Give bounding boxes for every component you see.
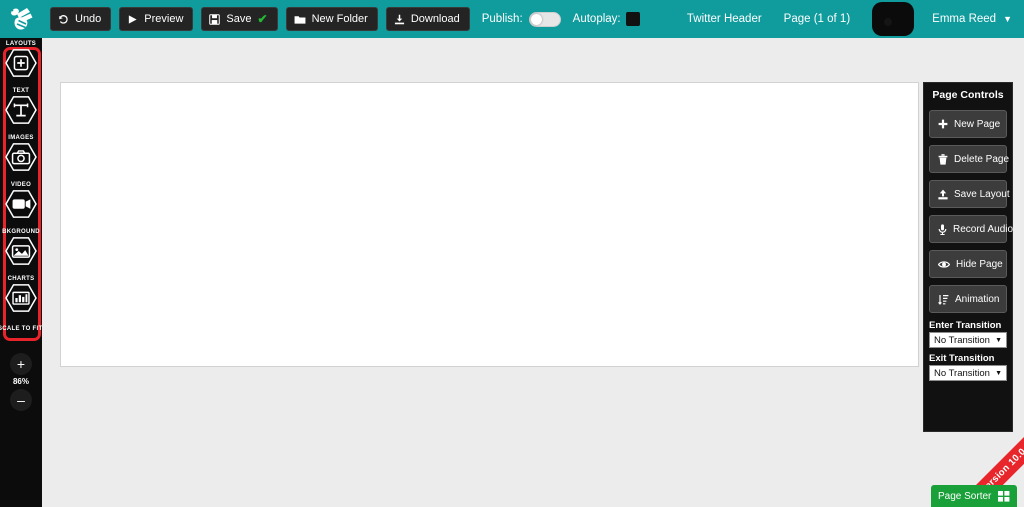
sidebar-item-scale-to-fit[interactable]: SCALE TO FIT: — [0, 326, 45, 333]
enter-transition-select[interactable]: No Transition ▼ — [929, 332, 1007, 348]
sidebar-label-scale-to-fit: SCALE TO FIT: — [0, 326, 45, 332]
user-name: Emma Reed — [932, 13, 997, 25]
new-folder-label: New Folder — [311, 12, 368, 25]
top-toolbar: Undo Preview Save ✔ New Folder Download … — [0, 0, 1024, 38]
folder-icon — [294, 14, 306, 25]
new-page-label: New Page — [954, 118, 1001, 130]
exit-transition-value: No Transition — [934, 367, 990, 379]
text-t-hex-icon — [5, 96, 37, 124]
camera-hex-icon — [5, 143, 37, 171]
chevron-down-icon: ▼ — [995, 336, 1002, 344]
floppy-disk-icon — [209, 13, 221, 25]
video-camera-hex-icon — [5, 190, 37, 218]
grid-squares-icon — [998, 490, 1010, 502]
zoom-controls: + 86% – — [0, 353, 42, 411]
publish-label: Publish: — [481, 13, 523, 25]
publish-autoplay-group: Publish: Autoplay: — [481, 11, 640, 27]
new-folder-button[interactable]: New Folder — [285, 7, 378, 31]
app-root: Undo Preview Save ✔ New Folder Download … — [0, 0, 1024, 507]
app-logo[interactable] — [0, 0, 42, 38]
save-label: Save — [226, 12, 252, 25]
toolbar-right-group: Twitter Header Page (1 of 1) Emma Reed ▼ — [687, 2, 1024, 36]
autoplay-label: Autoplay: — [572, 13, 621, 25]
zoom-in-button[interactable]: + — [10, 353, 32, 375]
zoom-level: 86% — [12, 377, 29, 386]
delete-page-label: Delete Page — [954, 153, 1010, 165]
left-sidebar: LAYOUTS TEXT IMAGES VIDEO BKGROUND CHART… — [0, 38, 45, 507]
undo-label: Undo — [75, 12, 102, 25]
page-indicator[interactable]: Page (1 of 1) — [784, 13, 850, 25]
preview-label: Preview — [144, 12, 184, 25]
sidebar-label-charts: CHARTS — [7, 276, 35, 282]
user-menu[interactable]: Emma Reed ▼ — [932, 13, 1012, 25]
sidebar-item-background[interactable]: BKGROUND — [0, 229, 42, 266]
record-audio-label: Record Audio — [953, 223, 1014, 235]
download-button[interactable]: Download — [385, 7, 470, 31]
download-icon — [394, 14, 405, 25]
sidebar-label-layouts: LAYOUTS — [5, 41, 37, 47]
publish-toggle-knob — [530, 13, 542, 25]
bar-chart-hex-icon — [5, 284, 37, 312]
new-page-button[interactable]: New Page — [929, 110, 1007, 138]
sidebar-label-text: TEXT — [12, 88, 30, 94]
page-sorter-label: Page Sorter — [938, 490, 992, 502]
sidebar-item-layouts[interactable]: LAYOUTS — [0, 41, 42, 78]
hide-page-label: Hide Page — [956, 258, 1003, 270]
animation-button[interactable]: Animation — [929, 285, 1007, 313]
page-controls-panel: Page Controls New Page Delete Page Save … — [923, 82, 1013, 432]
chevron-down-icon: ▼ — [995, 369, 1002, 377]
picture-hex-icon — [5, 237, 37, 265]
avatar[interactable] — [872, 2, 915, 36]
publish-toggle[interactable] — [528, 11, 561, 27]
sidebar-item-charts[interactable]: CHARTS — [0, 276, 42, 313]
sidebar-label-images: IMAGES — [8, 135, 34, 141]
sidebar-label-video: VIDEO — [10, 182, 32, 188]
zoom-out-button[interactable]: – — [10, 389, 32, 411]
save-button[interactable]: Save ✔ — [201, 7, 278, 31]
page-controls-title: Page Controls — [924, 83, 1012, 107]
record-audio-button[interactable]: Record Audio — [929, 215, 1013, 243]
trash-icon — [938, 153, 948, 165]
animation-label: Animation — [955, 293, 1000, 305]
autoplay-checkbox[interactable] — [625, 12, 640, 26]
save-layout-button[interactable]: Save Layout — [929, 180, 1010, 208]
hide-page-button[interactable]: Hide Page — [929, 250, 1007, 278]
plus-icon — [938, 119, 948, 129]
save-check-icon: ✔ — [257, 12, 268, 26]
undo-button[interactable]: Undo — [50, 7, 112, 31]
project-name[interactable]: Twitter Header — [687, 13, 762, 25]
exit-transition-select[interactable]: No Transition ▼ — [929, 365, 1007, 381]
sidebar-item-video[interactable]: VIDEO — [0, 182, 42, 219]
download-label: Download — [410, 12, 460, 25]
enter-transition-value: No Transition — [934, 334, 990, 346]
sidebar-label-background: BKGROUND — [2, 229, 40, 235]
page-canvas[interactable] — [60, 82, 919, 367]
upload-icon — [938, 189, 948, 200]
chevron-down-icon: ▼ — [1003, 14, 1012, 24]
play-icon — [127, 14, 138, 25]
sidebar-item-text[interactable]: TEXT — [0, 88, 42, 125]
sidebar-item-images[interactable]: IMAGES — [0, 135, 42, 172]
layouts-plus-hex-icon — [5, 49, 37, 77]
workspace — [42, 38, 1024, 507]
exit-transition-label: Exit Transition — [929, 353, 995, 364]
enter-transition-label: Enter Transition — [929, 320, 1002, 331]
microphone-icon — [938, 223, 947, 235]
eye-icon — [938, 260, 950, 269]
preview-button[interactable]: Preview — [119, 7, 194, 31]
page-sorter-button[interactable]: Page Sorter — [931, 485, 1018, 507]
undo-arrow-icon — [58, 14, 69, 25]
bee-logo-icon — [11, 8, 33, 30]
delete-page-button[interactable]: Delete Page — [929, 145, 1010, 173]
save-layout-label: Save Layout — [954, 188, 1010, 200]
animation-sort-icon — [938, 294, 949, 305]
